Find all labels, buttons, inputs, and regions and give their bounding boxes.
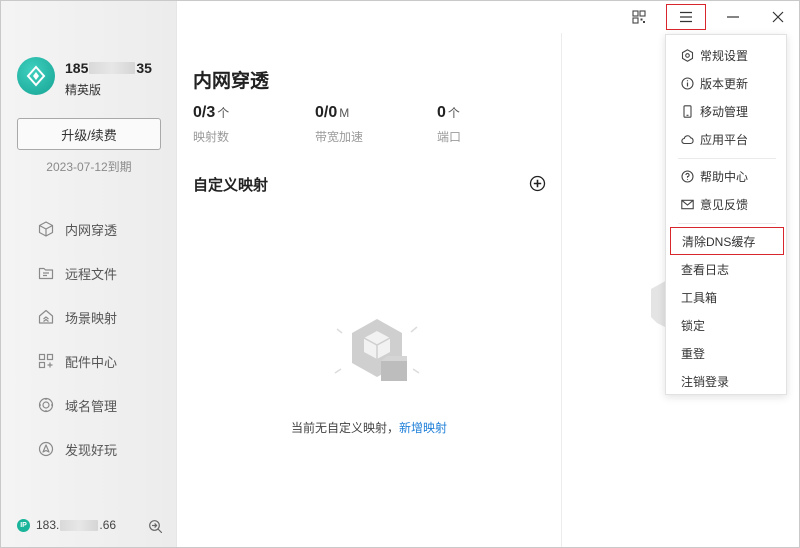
- menu-item-relogin[interactable]: 重登: [666, 339, 786, 367]
- sidebar-item-accessories[interactable]: 配件中心: [37, 339, 117, 383]
- menu-item-label: 常规设置: [700, 48, 749, 63]
- menu-item-clear-dns[interactable]: 清除DNS缓存: [670, 227, 784, 255]
- ip-address: IP 183. .66: [17, 518, 116, 532]
- ip-suffix: .66: [99, 518, 117, 532]
- main-panel: 内网穿透 0/3 个 映射数 0/0 M 带宽加速 0个 端口 自定义映射 当前…: [177, 1, 561, 547]
- info-icon: [681, 76, 694, 90]
- menu-item-label: 应用平台: [700, 132, 749, 147]
- sidebar-item-domain[interactable]: 域名管理: [37, 383, 117, 427]
- menu-divider: [678, 158, 776, 159]
- stat-label: 端口: [437, 130, 462, 144]
- phone-suffix: 35: [136, 60, 152, 76]
- menu-item-update[interactable]: 版本更新: [666, 69, 786, 97]
- main-menu-dropdown: 常规设置 版本更新 移动管理 应用平台 帮助中心 意见反馈 清除DNS缓存 查看…: [665, 34, 787, 395]
- empty-box-icon: [334, 319, 420, 381]
- menu-item-logout[interactable]: 注销登录: [666, 367, 786, 395]
- sidebar-item-label: 内网穿透: [65, 222, 118, 238]
- menu-divider: [678, 223, 776, 224]
- user-phone: 185 35: [65, 60, 152, 76]
- mail-icon: [681, 199, 694, 209]
- folder-icon: [38, 267, 54, 280]
- stat-bandwidth: 0/0 M 带宽加速: [315, 104, 437, 145]
- redacted-block: [89, 62, 136, 74]
- add-mapping-icon[interactable]: [529, 175, 546, 192]
- grid-icon: [38, 353, 54, 369]
- redacted-block: [60, 519, 99, 531]
- upgrade-button[interactable]: 升级/续费: [17, 118, 161, 150]
- ip-refresh-icon[interactable]: [148, 519, 163, 534]
- menu-item-lock[interactable]: 锁定: [666, 311, 786, 339]
- menu-item-help[interactable]: 帮助中心: [666, 162, 786, 190]
- panel-divider: [561, 33, 562, 547]
- stat-label: 带宽加速: [315, 130, 364, 144]
- globe-icon: [38, 397, 54, 413]
- menu-item-platform[interactable]: 应用平台: [666, 125, 786, 153]
- close-button[interactable]: [758, 3, 798, 31]
- cube-icon: [38, 221, 54, 237]
- sidebar-item-label: 配件中心: [65, 354, 118, 370]
- user-plan: 精英版: [65, 83, 102, 97]
- sidebar-item-scene-mapping[interactable]: 场景映射: [37, 295, 117, 339]
- minimize-icon: [727, 16, 739, 18]
- stat-value: 0/3 个: [193, 104, 230, 121]
- phone-prefix: 185: [65, 60, 89, 76]
- expire-date: 2023-07-12到期: [46, 160, 132, 174]
- logo-icon: [26, 65, 46, 87]
- menu-item-settings[interactable]: 常规设置: [666, 41, 786, 69]
- close-icon: [772, 11, 784, 23]
- sidebar-nav: 内网穿透 远程文件 场景映射 配件中心 域名管理 发现好玩: [37, 207, 117, 471]
- sidebar-item-label: 远程文件: [65, 266, 118, 282]
- home-icon: [38, 309, 54, 324]
- empty-message: 当前无自定义映射，: [290, 421, 399, 435]
- stat-label: 映射数: [193, 130, 230, 144]
- stat-value: 0/0 M: [315, 104, 350, 121]
- qrcode-button[interactable]: [619, 3, 659, 31]
- menu-item-toolbox[interactable]: 工具箱: [666, 283, 786, 311]
- empty-state-text: 当前无自定义映射，新增映射: [177, 419, 561, 436]
- section-title: 自定义映射: [193, 177, 269, 194]
- hamburger-menu-icon: [680, 11, 692, 23]
- compass-icon: [38, 441, 54, 457]
- stat-mappings: 0/3 个 映射数: [193, 104, 315, 145]
- menu-item-view-log[interactable]: 查看日志: [666, 255, 786, 283]
- menu-item-label: 意见反馈: [700, 197, 749, 212]
- settings-icon: [681, 48, 694, 62]
- qrcode-icon: [632, 10, 646, 24]
- help-icon: [681, 169, 694, 183]
- menu-item-label: 帮助中心: [700, 169, 749, 184]
- menu-item-label: 版本更新: [700, 76, 749, 91]
- sidebar-item-label: 场景映射: [65, 310, 118, 326]
- sidebar-item-intranet[interactable]: 内网穿透: [37, 207, 117, 251]
- menu-item-mobile[interactable]: 移动管理: [666, 97, 786, 125]
- app-window: 185 35 精英版 升级/续费 2023-07-12到期 内网穿透 远程文件: [0, 0, 800, 548]
- avatar[interactable]: [17, 57, 55, 95]
- ip-prefix: 183.: [36, 518, 60, 532]
- minimize-button[interactable]: [713, 3, 753, 31]
- stats-row: 0/3 个 映射数 0/0 M 带宽加速 0个 端口: [193, 104, 559, 145]
- page-title: 内网穿透: [193, 71, 270, 92]
- phone-icon: [683, 104, 692, 118]
- add-mapping-link[interactable]: 新增映射: [399, 421, 447, 435]
- sidebar: 185 35 精英版 升级/续费 2023-07-12到期 内网穿透 远程文件: [1, 1, 177, 547]
- menu-item-feedback[interactable]: 意见反馈: [666, 190, 786, 218]
- stat-ports: 0个 端口: [437, 104, 559, 145]
- sidebar-item-remote-files[interactable]: 远程文件: [37, 251, 117, 295]
- cloud-icon: [681, 134, 694, 144]
- main-menu-button[interactable]: [666, 4, 706, 30]
- menu-item-label: 移动管理: [700, 104, 749, 119]
- ip-badge-icon: IP: [17, 518, 30, 532]
- sidebar-item-label: 域名管理: [65, 398, 118, 414]
- sidebar-item-label: 发现好玩: [65, 442, 118, 458]
- stat-value: 0个: [437, 104, 460, 121]
- sidebar-item-discover[interactable]: 发现好玩: [37, 427, 117, 471]
